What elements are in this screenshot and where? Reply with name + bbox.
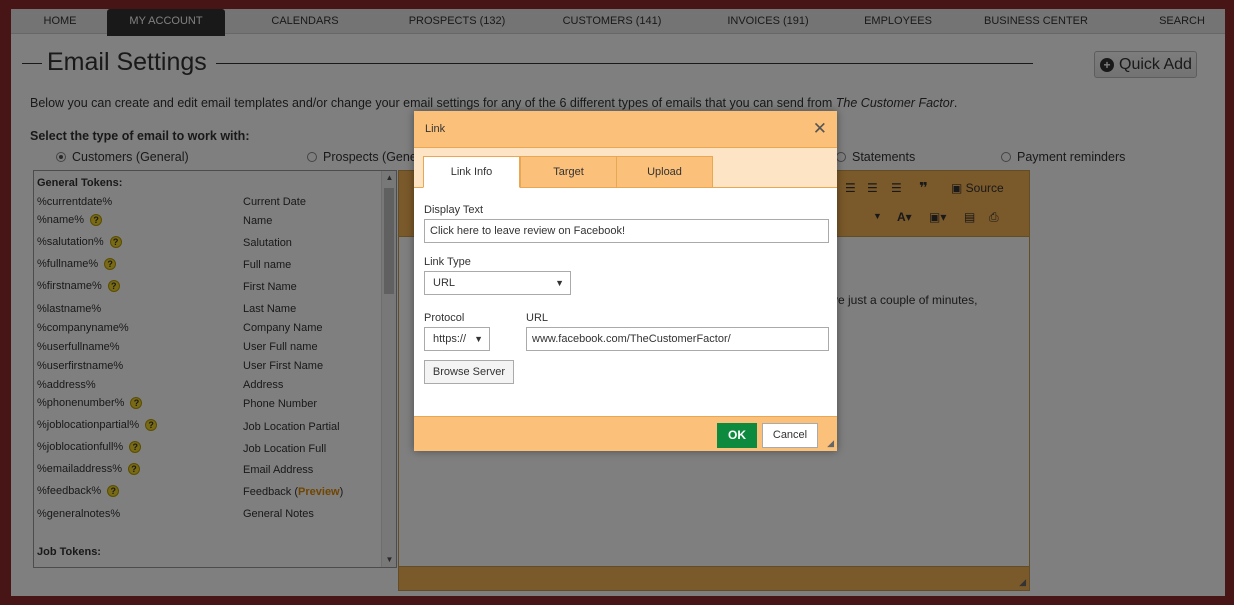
protocol-select[interactable]: https:// ▼ xyxy=(424,327,490,351)
chevron-down-icon: ▼ xyxy=(474,334,483,344)
link-type-label: Link Type xyxy=(424,256,471,268)
close-icon[interactable]: ✕ xyxy=(813,119,827,139)
link-type-value: URL xyxy=(433,277,456,289)
chevron-down-icon: ▼ xyxy=(555,278,564,288)
tab-link-info[interactable]: Link Info xyxy=(423,156,520,188)
protocol-value: https:// xyxy=(433,333,467,345)
url-input[interactable]: www.facebook.com/TheCustomerFactor/ xyxy=(526,327,829,351)
link-type-select[interactable]: URL ▼ xyxy=(424,271,571,295)
protocol-label: Protocol xyxy=(424,312,465,324)
tab-upload[interactable]: Upload xyxy=(616,156,713,188)
ok-button[interactable]: OK xyxy=(717,423,757,448)
link-dialog: Link ✕ Link Info Target Upload Display T… xyxy=(414,111,837,451)
cancel-button[interactable]: Cancel xyxy=(762,423,818,448)
resize-handle-icon[interactable]: ◢ xyxy=(827,439,834,448)
dialog-header: Link ✕ xyxy=(414,111,837,148)
tab-target[interactable]: Target xyxy=(520,156,617,188)
url-label: URL xyxy=(526,312,549,324)
dialog-title: Link xyxy=(425,123,446,135)
display-text-label: Display Text xyxy=(424,204,484,216)
browse-server-button[interactable]: Browse Server xyxy=(424,360,514,384)
dialog-tabs: Link Info Target Upload xyxy=(414,148,837,188)
display-text-input[interactable]: Click here to leave review on Facebook! xyxy=(424,219,829,243)
dialog-footer: OK Cancel ◢ xyxy=(414,416,837,451)
